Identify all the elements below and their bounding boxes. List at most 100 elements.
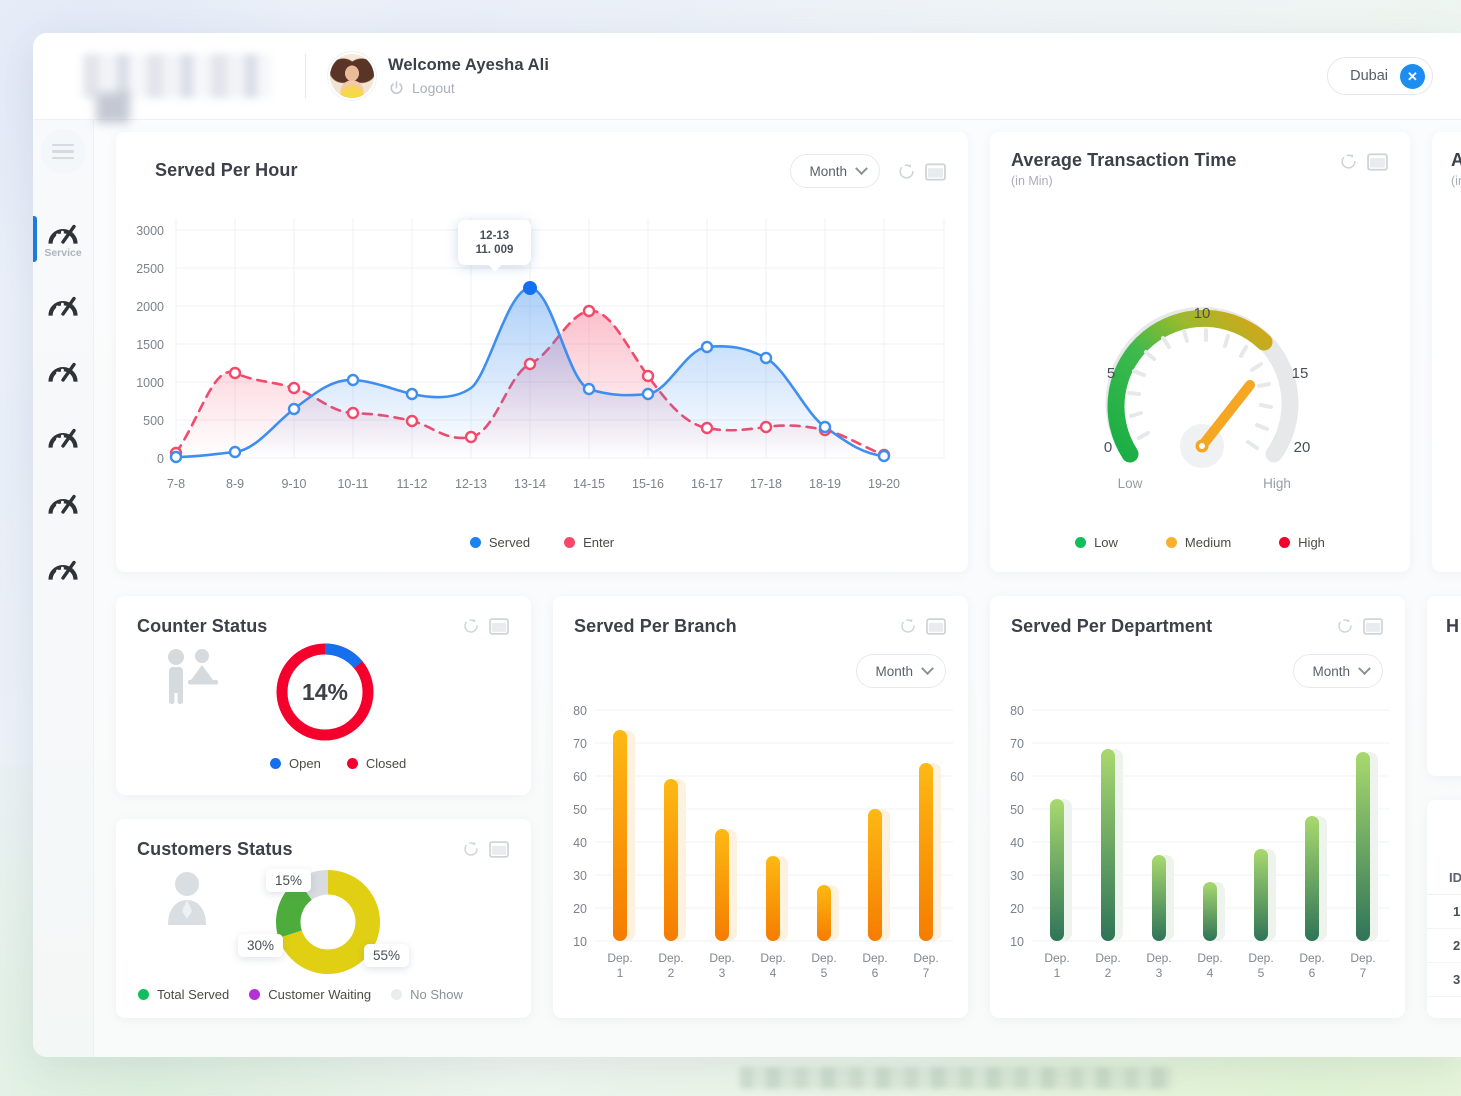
svg-text:Dep.: Dep.: [862, 951, 887, 965]
hamburger-menu-button[interactable]: [40, 129, 86, 174]
svg-text:Dep.: Dep.: [1350, 951, 1375, 965]
donut-center-value: 14%: [302, 679, 348, 705]
legend-label: Total Served: [157, 987, 230, 1002]
legend-item-medium[interactable]: Medium: [1165, 535, 1232, 550]
svg-text:2: 2: [1105, 966, 1112, 980]
svg-text:70: 70: [1010, 737, 1024, 751]
card-customers-status: Customers Status 15% 30% 55% Total Serve…: [116, 819, 531, 1018]
sidebar-item-service[interactable]: Service: [33, 212, 93, 270]
avatar[interactable]: [330, 54, 374, 98]
period-dropdown-served-per-department[interactable]: Month: [1293, 654, 1383, 688]
sidebar-item-4[interactable]: [33, 410, 93, 468]
svg-text:Dep.: Dep.: [1146, 951, 1171, 965]
bar-chart-served-per-department: 80 70 60 50 40 30 20 10 Dep.1 Dep.2 Dep.…: [1010, 704, 1390, 980]
maximize-icon[interactable]: [1367, 152, 1388, 171]
maximize-icon[interactable]: [1363, 617, 1383, 635]
legend-item-closed[interactable]: Closed: [346, 756, 406, 771]
donut-counter-status: 14%: [276, 643, 374, 741]
close-icon[interactable]: ✕: [1400, 63, 1425, 89]
pie-data-label-15: 15%: [266, 869, 312, 892]
gauge-icon: [48, 362, 78, 382]
table-row[interactable]: 1: [1427, 895, 1461, 929]
card-cut-right-mid: H: [1427, 596, 1461, 776]
maximize-icon[interactable]: [926, 617, 946, 635]
refresh-icon[interactable]: [462, 617, 480, 635]
card-title: A: [1451, 150, 1461, 170]
svg-text:Dep.: Dep.: [1044, 951, 1069, 965]
legend-label: No Show: [410, 987, 463, 1002]
legend-item-customer-waiting[interactable]: Customer Waiting: [249, 987, 371, 1002]
svg-text:4: 4: [1207, 966, 1214, 980]
svg-text:15: 15: [1292, 365, 1309, 382]
period-dropdown-served-per-hour[interactable]: Month: [790, 154, 880, 188]
gauge-icon: [48, 296, 78, 316]
dashboard-cut-right-column: H ID 1 2 3: [1427, 596, 1461, 1018]
refresh-icon[interactable]: [897, 162, 916, 181]
legend-item-total-served[interactable]: Total Served: [138, 987, 229, 1002]
svg-text:Dep.: Dep.: [1197, 951, 1222, 965]
legend-item-high[interactable]: High: [1279, 535, 1325, 550]
period-dropdown-served-per-branch[interactable]: Month: [856, 654, 946, 688]
svg-text:30: 30: [573, 869, 587, 883]
svg-text:19-20: 19-20: [868, 477, 900, 491]
company-logo-mark: [96, 93, 130, 123]
gauge-icon: [48, 428, 78, 448]
svg-text:6: 6: [872, 966, 879, 980]
maximize-icon[interactable]: [489, 617, 509, 635]
company-logo: [83, 54, 271, 98]
svg-text:5: 5: [821, 966, 828, 980]
period-value: Month: [1312, 663, 1350, 679]
table-row[interactable]: 2: [1427, 929, 1461, 963]
svg-text:40: 40: [1010, 836, 1024, 850]
sidebar-item-3[interactable]: [33, 344, 93, 402]
gauge-chart-transaction-time: 0 5 10 15 20 Low High: [1104, 305, 1311, 491]
dashboard-row-1: Served Per Hour Month 3000 2500 2000 150…: [116, 132, 1461, 572]
city-filter-chip[interactable]: Dubai ✕: [1327, 57, 1433, 95]
maximize-icon[interactable]: [925, 162, 946, 181]
legend-counter-status: Open Closed: [270, 756, 406, 771]
sidebar-item-5[interactable]: [33, 476, 93, 534]
logout-button[interactable]: Logout: [388, 80, 549, 97]
svg-text:60: 60: [573, 770, 587, 784]
chevron-down-icon: [921, 661, 934, 675]
svg-text:5: 5: [1107, 365, 1115, 382]
hamburger-line: [52, 143, 74, 147]
svg-text:6: 6: [1309, 966, 1316, 980]
svg-text:60: 60: [1010, 770, 1024, 784]
svg-text:Dep.: Dep.: [709, 951, 734, 965]
refresh-icon[interactable]: [1339, 152, 1358, 171]
legend-item-open[interactable]: Open: [270, 756, 321, 771]
legend-item-served[interactable]: Served: [469, 535, 531, 550]
sidebar-item-2[interactable]: [33, 278, 93, 336]
city-name: Dubai: [1350, 68, 1388, 84]
legend-item-no-show[interactable]: No Show: [391, 987, 463, 1002]
refresh-icon[interactable]: [1336, 617, 1354, 635]
legend-transaction-time: Low Medium High: [990, 535, 1410, 550]
maximize-icon[interactable]: [489, 840, 509, 858]
refresh-icon[interactable]: [462, 840, 480, 858]
table-row[interactable]: 3: [1427, 963, 1461, 997]
svg-text:1: 1: [617, 966, 624, 980]
svg-text:10: 10: [573, 935, 587, 949]
counter-people-icon: [168, 649, 218, 704]
refresh-icon[interactable]: [899, 617, 917, 635]
svg-text:2: 2: [668, 966, 675, 980]
svg-text:5: 5: [1258, 966, 1265, 980]
legend-label: Medium: [1184, 535, 1232, 550]
gauge-icon: [48, 494, 78, 514]
svg-text:3: 3: [1156, 966, 1163, 980]
card-average-transaction-time: Average Transaction Time (in Min) 0 5 10…: [990, 132, 1410, 572]
sidebar-item-label: Service: [44, 246, 82, 259]
legend-item-enter[interactable]: Enter: [564, 535, 614, 550]
svg-text:3: 3: [719, 966, 726, 980]
legend-label: Open: [289, 756, 321, 771]
svg-text:13-14: 13-14: [514, 477, 546, 491]
svg-text:1000: 1000: [136, 376, 164, 390]
legend-item-low[interactable]: Low: [1075, 535, 1118, 550]
power-icon: [390, 80, 403, 94]
chevron-down-icon: [855, 161, 868, 175]
svg-text:Dep.: Dep.: [811, 951, 836, 965]
svg-text:14-15: 14-15: [573, 477, 605, 491]
sidebar-item-6[interactable]: [33, 542, 93, 600]
legend-label: Served: [488, 535, 531, 550]
